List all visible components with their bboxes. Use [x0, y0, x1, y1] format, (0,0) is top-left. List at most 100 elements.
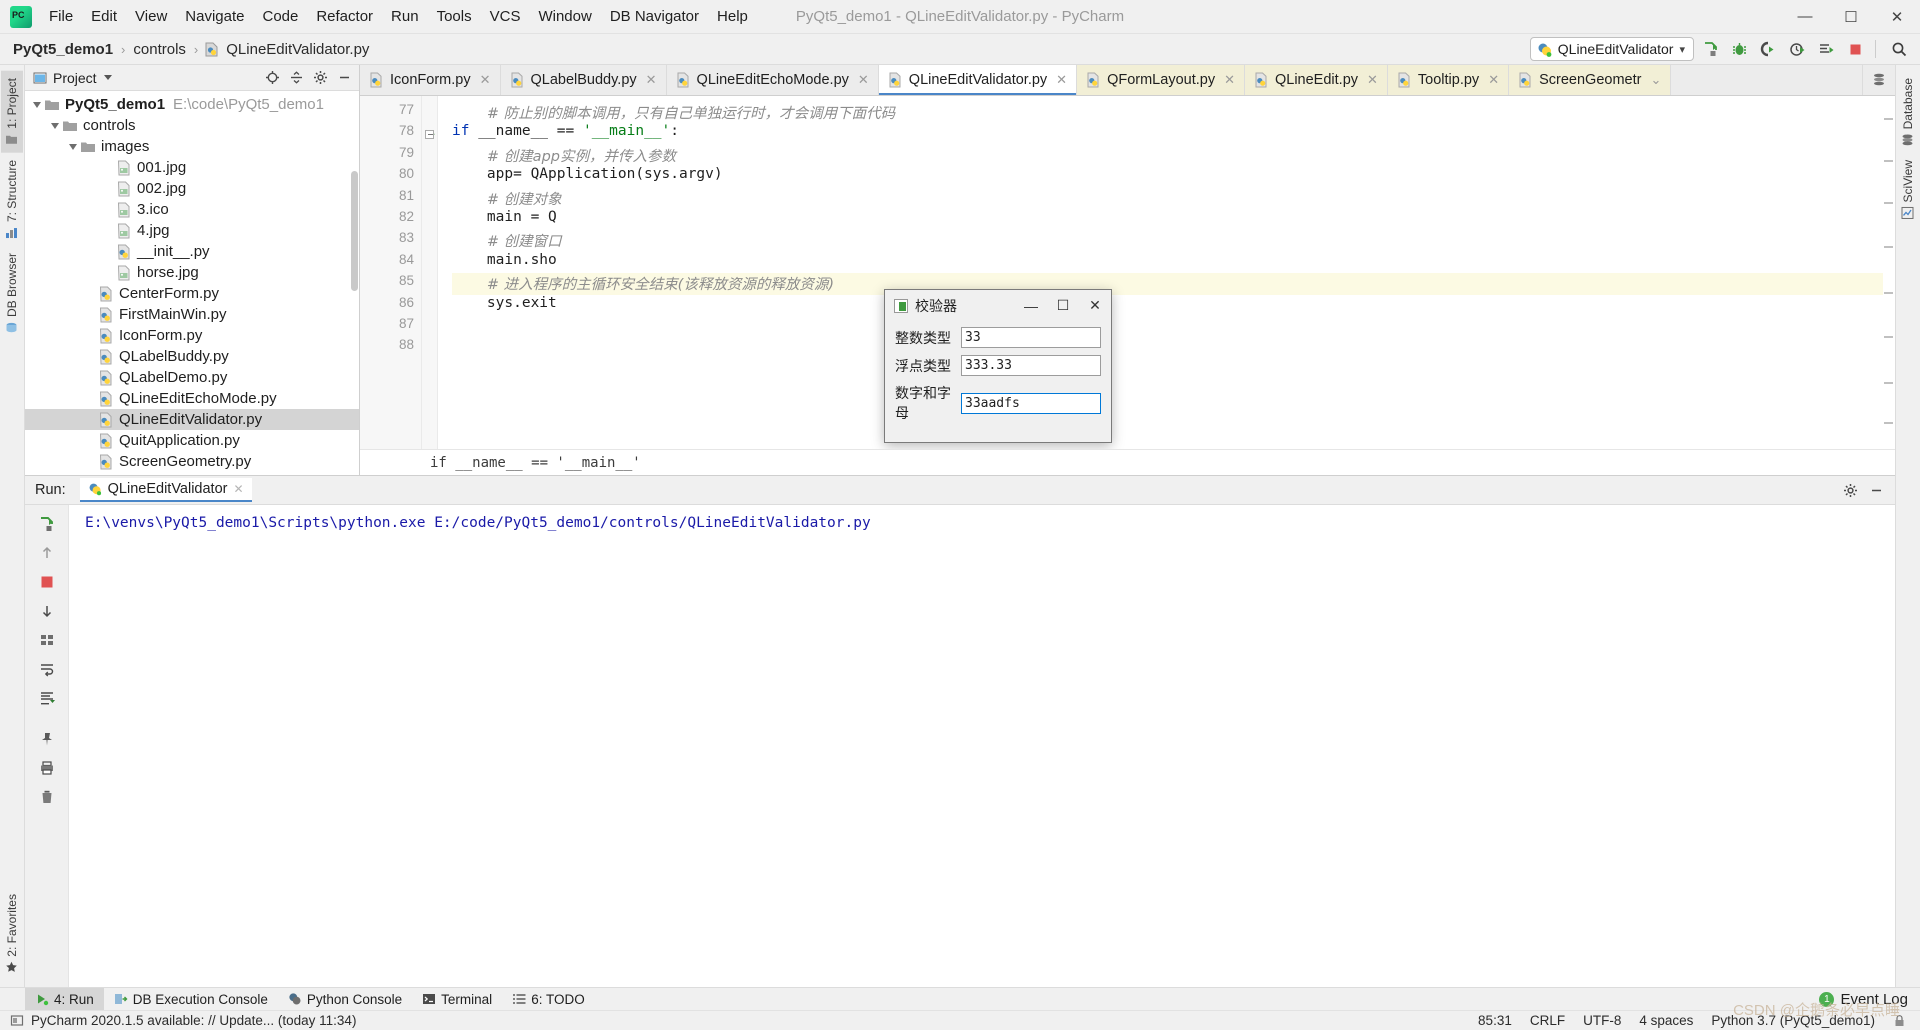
tree-item[interactable]: __init__.py — [25, 241, 359, 262]
close-icon[interactable]: ✕ — [1367, 72, 1378, 88]
sidebar-item-structure[interactable]: 7: Structure — [1, 153, 23, 246]
sidebar-item-sciview[interactable]: SciView — [1897, 153, 1919, 226]
python-interpreter[interactable]: Python 3.7 (PyQt5_demo1) — [1711, 1013, 1875, 1028]
tree-item[interactable]: horse.jpg — [25, 262, 359, 283]
run-tab-close-icon[interactable]: ✕ — [233, 482, 243, 496]
code-line[interactable]: # 创建app实例，并传入参数 — [452, 145, 1895, 166]
run-console-output[interactable]: E:\venvs\PyQt5_demo1\Scripts\python.exe … — [69, 505, 1895, 987]
dialog-field-input[interactable]: 33 — [961, 327, 1101, 348]
tree-item[interactable]: images — [25, 136, 359, 157]
validator-dialog[interactable]: 校验器 — ☐ ✕ 整数类型 33 浮点类型 333.33 数字和字母 33aadfs — [884, 289, 1112, 443]
status-message[interactable]: PyCharm 2020.1.5 available: // Update...… — [31, 1013, 356, 1028]
search-everywhere-icon[interactable] — [1886, 36, 1912, 62]
close-icon[interactable]: ✕ — [646, 72, 657, 88]
down-arrow-icon[interactable] — [34, 598, 60, 624]
locate-icon[interactable] — [261, 67, 283, 89]
close-icon[interactable]: ✕ — [1488, 72, 1499, 88]
tree-item[interactable]: QLineEditEchoMode.py — [25, 388, 359, 409]
tree-item[interactable]: 3.ico — [25, 199, 359, 220]
dialog-minimize-button[interactable]: — — [1015, 290, 1047, 321]
dialog-field-input[interactable]: 33aadfs — [961, 392, 1101, 414]
breadcrumb-folder[interactable]: controls — [130, 39, 189, 60]
trash-icon[interactable] — [34, 784, 60, 810]
code-line[interactable]: # 创建对象 — [452, 188, 1895, 209]
rerun-icon[interactable] — [34, 511, 60, 537]
tree-item[interactable]: 4.jpg — [25, 220, 359, 241]
menu-edit[interactable]: Edit — [82, 4, 126, 29]
editor-tab[interactable]: Tooltip.py ✕ — [1387, 65, 1510, 95]
close-icon[interactable]: ✕ — [858, 72, 869, 88]
hide-icon[interactable] — [333, 67, 355, 89]
up-arrow-icon[interactable] — [34, 540, 60, 566]
editor-tab[interactable]: QLineEditValidator.py ✕ — [878, 65, 1078, 95]
close-icon[interactable]: ✕ — [1056, 72, 1067, 88]
menu-file[interactable]: File — [40, 4, 82, 29]
tree-item[interactable]: QLineEditValidator.py — [25, 409, 359, 430]
menu-vcs[interactable]: VCS — [481, 4, 530, 29]
tool-window-button-python-console[interactable]: Python Console — [278, 988, 412, 1011]
tree-item[interactable]: IconForm.py — [25, 325, 359, 346]
tool-window-button-6-todo[interactable]: 6: TODO — [502, 988, 595, 1011]
code-line[interactable]: main.sho — [452, 252, 1895, 273]
tree-item[interactable]: ScreenGeometry.py — [25, 451, 359, 472]
event-log-button[interactable]: Event Log — [1840, 991, 1908, 1008]
chevron-down-icon[interactable] — [65, 143, 80, 150]
editor-tab[interactable]: QLineEditEchoMode.py ✕ — [666, 65, 879, 95]
tree-item[interactable]: 002.jpg — [25, 178, 359, 199]
collapse-all-icon[interactable] — [285, 67, 307, 89]
run-icon[interactable] — [1697, 36, 1723, 62]
tree-item[interactable]: controls — [25, 115, 359, 136]
project-tree[interactable]: PyQt5_demo1 E:\code\PyQt5_demo1 controls im… — [25, 91, 359, 475]
menu-window[interactable]: Window — [529, 4, 600, 29]
tree-item[interactable]: FirstMainWin.py — [25, 304, 359, 325]
marker-column[interactable] — [1883, 96, 1895, 449]
tab-overflow-icon[interactable] — [1862, 65, 1895, 95]
editor-tab[interactable]: ScreenGeometr ⌄ — [1509, 65, 1672, 95]
tool-window-button-db-execution-console[interactable]: DB Execution Console — [104, 988, 278, 1011]
sidebar-item-db-browser[interactable]: DB Browser — [1, 246, 23, 341]
minimize-button[interactable]: — — [1782, 0, 1828, 34]
show-all-icon[interactable] — [34, 627, 60, 653]
run-configuration-selector[interactable]: QLineEditValidator ▾ — [1529, 37, 1694, 61]
indent-setting[interactable]: 4 spaces — [1639, 1013, 1693, 1028]
editor-tab[interactable]: QLineEdit.py ✕ — [1244, 65, 1388, 95]
sidebar-item-project[interactable]: 1: Project — [1, 71, 23, 153]
run-tab[interactable]: QLineEditValidator ✕ — [79, 478, 252, 502]
coverage-icon[interactable] — [1755, 36, 1781, 62]
line-separator[interactable]: CRLF — [1530, 1013, 1565, 1028]
settings-gear-icon[interactable] — [309, 67, 331, 89]
stop-icon[interactable] — [34, 569, 60, 595]
menu-code[interactable]: Code — [253, 4, 307, 29]
editor-tab[interactable]: QLabelBuddy.py ✕ — [500, 65, 667, 95]
menu-db-navigator[interactable]: DB Navigator — [601, 4, 708, 29]
print-icon[interactable] — [34, 755, 60, 781]
dialog-maximize-button[interactable]: ☐ — [1047, 290, 1079, 321]
tool-window-button-terminal[interactable]: Terminal — [412, 988, 502, 1011]
tree-item[interactable]: PyQt5_demo1 E:\code\PyQt5_demo1 — [25, 94, 359, 115]
code-line[interactable]: sys.exit — [452, 295, 1895, 316]
code-line[interactable]: # 进入程序的主循环安全结束(该释放资源的释放资源) — [452, 273, 1895, 295]
chevron-down-icon[interactable] — [103, 75, 112, 80]
tree-item[interactable]: QuitApplication.py — [25, 430, 359, 451]
code-editor[interactable]: 77 78▶79 80 81 82 83 84 85 86 87 88 # 防止别的脚本调用，只有自… — [360, 96, 1895, 449]
editor-tab[interactable]: IconForm.py ✕ — [360, 65, 501, 95]
dialog-close-button[interactable]: ✕ — [1079, 290, 1111, 321]
debug-icon[interactable] — [1726, 36, 1752, 62]
close-button[interactable]: ✕ — [1874, 0, 1920, 34]
code-line[interactable] — [452, 316, 1895, 337]
profile-icon[interactable] — [1784, 36, 1810, 62]
code-line[interactable]: # 创建窗口 — [452, 230, 1895, 251]
dialog-field-input[interactable]: 333.33 — [961, 355, 1101, 376]
breadcrumb-project[interactable]: PyQt5_demo1 — [10, 39, 116, 60]
close-icon[interactable]: ✕ — [1224, 72, 1235, 88]
chevron-down-icon[interactable] — [47, 122, 62, 129]
stop-icon[interactable] — [1842, 36, 1868, 62]
code-line[interactable]: main = Q — [452, 209, 1895, 230]
close-icon[interactable]: ✕ — [480, 72, 491, 88]
tool-window-button-4-run[interactable]: 4: Run — [25, 987, 104, 1011]
pin-icon[interactable] — [34, 726, 60, 752]
menu-help[interactable]: Help — [708, 4, 757, 29]
chevron-down-icon[interactable]: ⌄ — [1650, 72, 1661, 88]
code-line[interactable]: if __name__ == '__main__': — [452, 123, 1895, 144]
code-line[interactable] — [452, 337, 1895, 358]
